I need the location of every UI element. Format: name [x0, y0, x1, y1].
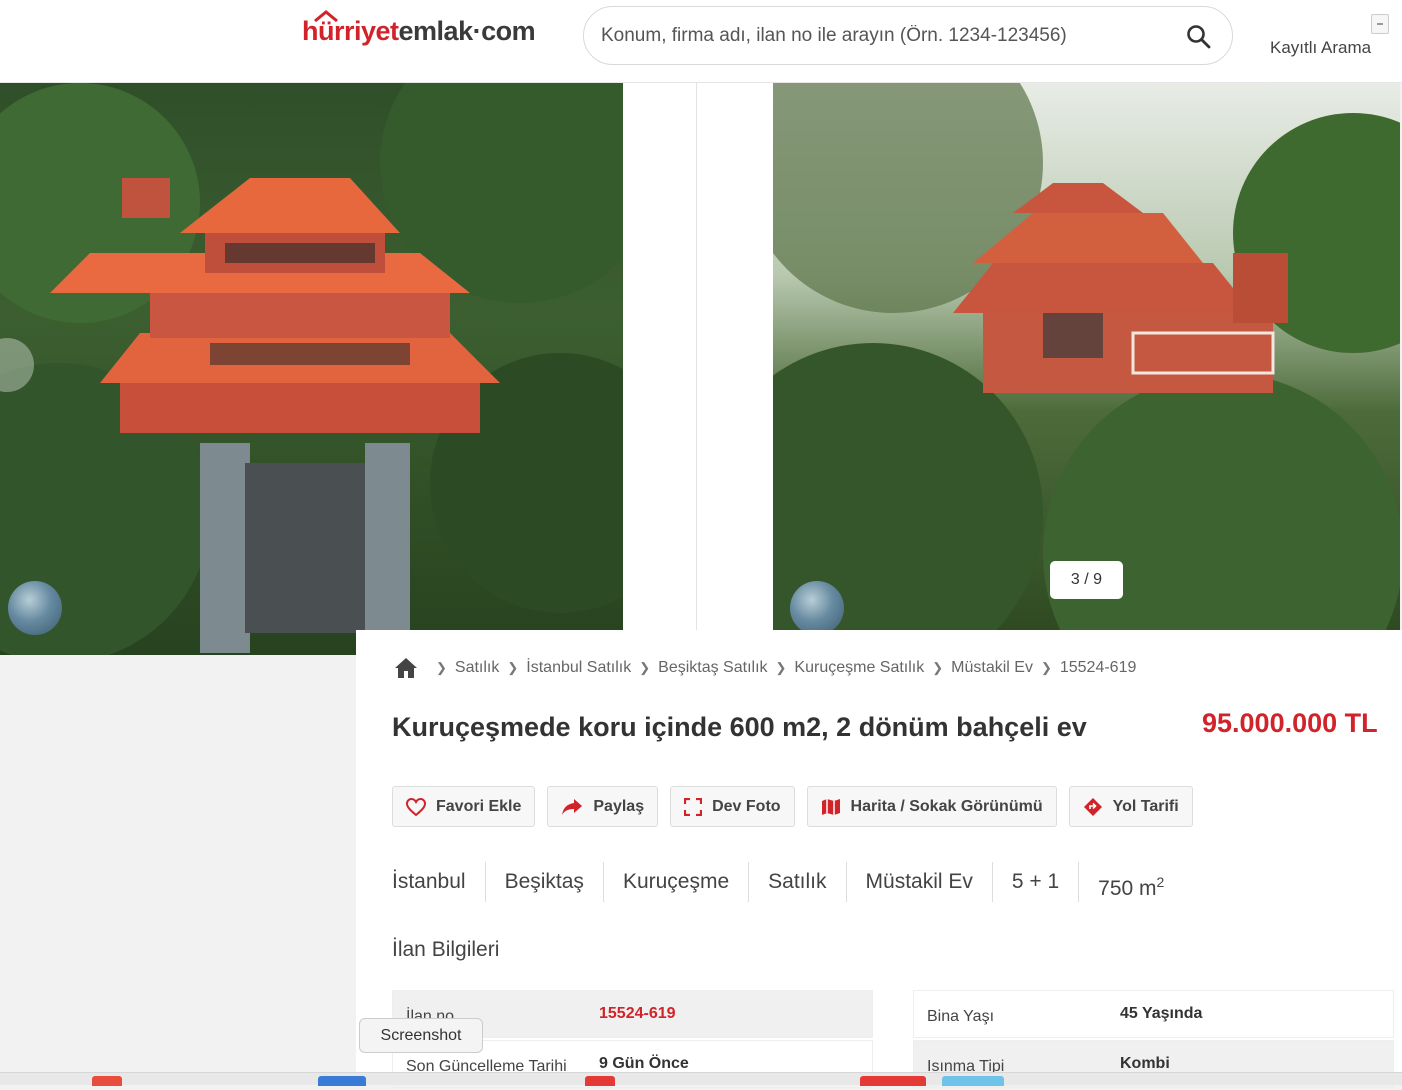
- chevron-right-icon: ❯: [639, 660, 651, 675]
- breadcrumb: ❯ Satılık ❯ İstanbul Satılık ❯ Beşiktaş …: [394, 657, 1136, 679]
- screenshot-tooltip: Screenshot: [359, 1018, 483, 1053]
- chevron-right-icon: ❯: [932, 660, 944, 675]
- home-icon[interactable]: [394, 657, 418, 679]
- heart-icon: [406, 797, 426, 816]
- top-header: hürriyetemlak·com Kayıtlı Arama: [0, 0, 1402, 83]
- share-button[interactable]: Paylaş: [547, 786, 659, 827]
- logo-emlak: emlak·com: [398, 16, 536, 46]
- breadcrumb-satilik[interactable]: Satılık: [455, 659, 499, 677]
- search-box: [583, 6, 1233, 65]
- info-value: Kombi: [1120, 1055, 1170, 1072]
- tag-category: Müstakil Ev: [845, 862, 992, 902]
- search-input[interactable]: [601, 21, 1181, 51]
- share-arrow-icon: [562, 798, 583, 815]
- breadcrumb-istanbul[interactable]: İstanbul Satılık: [526, 659, 631, 677]
- info-value: 15524-619: [599, 1005, 676, 1022]
- tag-type: Satılık: [748, 862, 845, 902]
- chevron-right-icon: ❯: [775, 660, 787, 675]
- site-logo[interactable]: hürriyetemlak·com: [302, 10, 536, 47]
- breadcrumb-kurucesme[interactable]: Kuruçeşme Satılık: [794, 659, 924, 677]
- listing-title: Kuruçeşmede koru içinde 600 m2, 2 dönüm …: [392, 712, 1087, 742]
- big-photo-button[interactable]: Dev Foto: [670, 786, 795, 827]
- photo-counter: 3 / 9: [1050, 561, 1123, 599]
- chevron-right-icon: ❯: [507, 660, 519, 675]
- favorite-button[interactable]: Favori Ekle: [392, 786, 536, 827]
- tag-neighborhood: Kuruçeşme: [602, 862, 748, 902]
- roof-logo-icon: [314, 10, 338, 22]
- listing-price: 95.000.000 TL: [1202, 708, 1378, 738]
- expand-icon: [684, 797, 703, 816]
- chevron-right-icon: ❯: [1040, 660, 1052, 675]
- saved-search-link[interactable]: Kayıtlı Arama: [1270, 38, 1371, 58]
- action-bar: Favori Ekle Paylaş Dev Foto Harita / Sok…: [392, 786, 1193, 827]
- collapse-button[interactable]: [1371, 14, 1389, 34]
- globe-icon[interactable]: [790, 581, 844, 630]
- taskbar: [0, 1072, 1402, 1086]
- globe-icon[interactable]: [8, 581, 62, 635]
- breadcrumb-mustakil-ev[interactable]: Müstakil Ev: [951, 659, 1033, 677]
- info-key: Bina Yaşı: [927, 1008, 995, 1025]
- property-tags: İstanbul Beşiktaş Kuruçeşme Satılık Müst…: [392, 862, 1183, 902]
- table-row: Bina Yaşı 45 Yaşında: [913, 990, 1394, 1038]
- map-icon: [821, 798, 840, 815]
- directions-button[interactable]: Yol Tarifi: [1068, 786, 1193, 827]
- tag-city: İstanbul: [392, 870, 466, 893]
- search-icon[interactable]: [1186, 24, 1212, 50]
- breadcrumb-listing-id: 15524-619: [1059, 659, 1137, 676]
- tag-area: 750 m2: [1078, 862, 1183, 902]
- photo-gallery: 3 / 9: [0, 83, 1402, 655]
- info-section-title: İlan Bilgileri: [392, 938, 500, 961]
- map-button[interactable]: Harita / Sokak Görünümü: [806, 786, 1057, 827]
- tag-rooms: 5 + 1: [991, 862, 1078, 902]
- listing-details: ❯ Satılık ❯ İstanbul Satılık ❯ Beşiktaş …: [356, 630, 1402, 1088]
- listing-photo-1[interactable]: [0, 83, 623, 655]
- listing-photo-2[interactable]: [773, 83, 1400, 630]
- breadcrumb-besiktas[interactable]: Beşiktaş Satılık: [658, 659, 767, 677]
- info-value: 9 Gün Önce: [599, 1055, 689, 1072]
- chevron-right-icon: ❯: [436, 660, 447, 675]
- tag-district: Beşiktaş: [484, 862, 603, 902]
- info-value: 45 Yaşında: [1120, 1005, 1203, 1022]
- gallery-gap: [623, 83, 773, 630]
- directions-icon: [1083, 797, 1102, 816]
